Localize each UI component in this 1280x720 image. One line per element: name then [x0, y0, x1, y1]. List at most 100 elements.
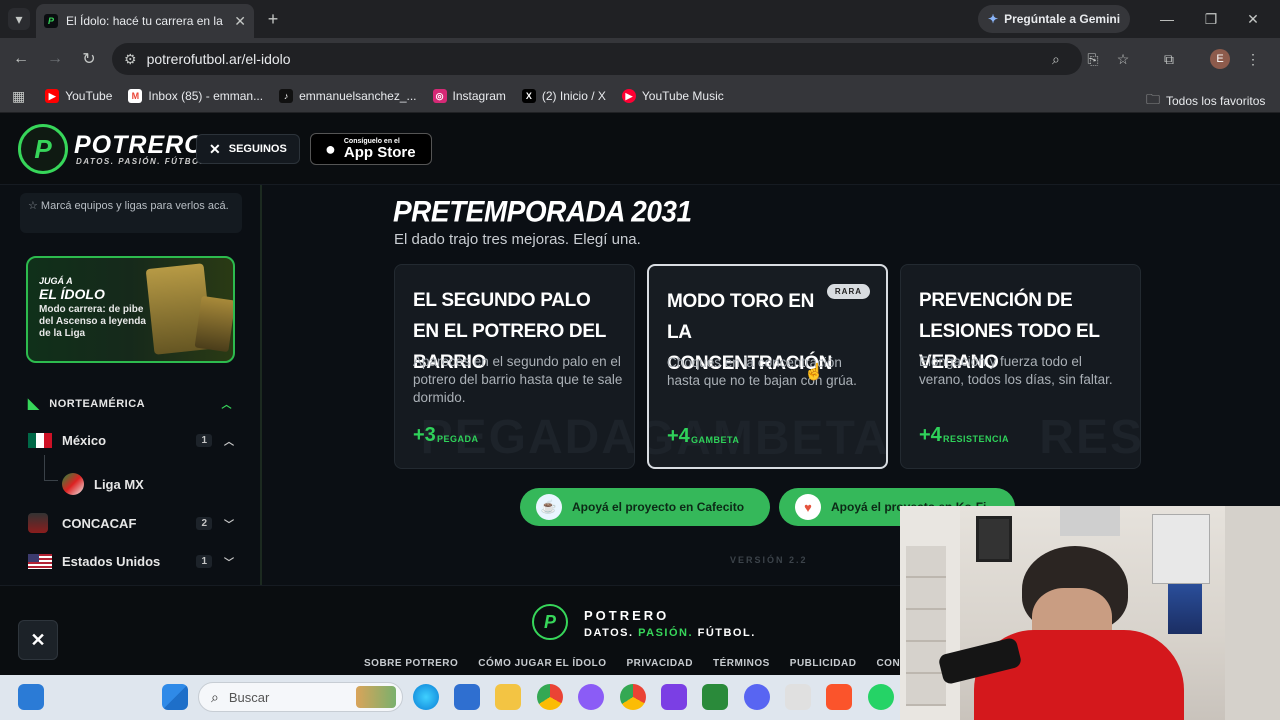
- poster-image: [1168, 584, 1202, 634]
- site-settings-icon[interactable]: ⚙: [124, 51, 137, 68]
- gemini-button[interactable]: ✦ Pregúntale a Gemini: [978, 5, 1130, 33]
- extensions-icon[interactable]: ⧉: [1160, 50, 1178, 68]
- webcam-overlay: [900, 506, 1280, 720]
- tiktok-icon: ♪: [279, 89, 294, 103]
- sidebar-item-concacaf[interactable]: CONCACAF 2 ﹀: [28, 513, 234, 533]
- back-icon[interactable]: ←: [12, 50, 30, 68]
- whatsapp-icon[interactable]: [868, 684, 894, 710]
- windows-start-icon[interactable]: [162, 684, 188, 710]
- reload-icon[interactable]: ↻: [80, 50, 98, 68]
- profile-avatar[interactable]: E: [1210, 49, 1230, 69]
- close-tab-icon[interactable]: ✕: [234, 13, 246, 30]
- edge-icon[interactable]: [413, 684, 439, 710]
- new-tab-icon[interactable]: +: [264, 9, 282, 29]
- player-card-image: [194, 295, 233, 353]
- chevron-up-icon: ︿: [224, 437, 234, 448]
- all-bookmarks-label: Todos los favoritos: [1166, 94, 1266, 108]
- minimize-icon[interactable]: —: [1158, 10, 1176, 28]
- address-bar[interactable]: ⚙ potrerofutbol.ar/el-idolo ⌕: [112, 43, 1082, 75]
- bookmark-x[interactable]: X (2) Inicio / X: [521, 89, 606, 103]
- app-store-button[interactable]: ● Consíguelo en el App Store: [310, 133, 432, 165]
- bookmark-star-icon[interactable]: ☆: [1114, 50, 1132, 68]
- chevron-down-icon: ﹀: [224, 519, 234, 531]
- youtube-music-icon: ▶: [621, 89, 636, 103]
- tagline-part: DATOS.: [584, 627, 634, 639]
- install-app-icon[interactable]: ⎘: [1084, 50, 1102, 68]
- el-idolo-promo-card[interactable]: JUGÁ A EL ÍDOLO Modo carrera: de pibe de…: [26, 256, 235, 363]
- item-label: CONCACAF: [62, 515, 137, 531]
- bookmark-label: emmanuelsanchez_...: [299, 89, 417, 103]
- bookmark-youtube[interactable]: ▶ YouTube: [45, 89, 112, 103]
- sidebar-item-liga-mx[interactable]: Liga MX: [62, 473, 234, 495]
- chevron-down-icon: ﹀: [224, 558, 234, 569]
- browser-tab-bar: ▾ P El Ídolo: hacé tu carrera en la Liga…: [0, 0, 1280, 38]
- cafecito-icon: ☕: [536, 494, 562, 520]
- upgrade-card-3[interactable]: RES PREVENCIÓN DE LESIONES TODO EL VERAN…: [900, 264, 1141, 469]
- x-logo-icon: ✕: [209, 140, 221, 157]
- app-circle-icon[interactable]: [578, 684, 604, 710]
- card-watermark: RES: [1039, 411, 1141, 464]
- potrero-logo-icon[interactable]: P: [18, 124, 68, 174]
- snipping-tool-icon[interactable]: [785, 684, 811, 710]
- cafecito-donate-button[interactable]: ☕ Apoyá el proyecto en Cafecito: [520, 488, 770, 526]
- card-description: Elongación y fuerza todo el verano, todo…: [919, 354, 1113, 387]
- footer-link-how-to-play[interactable]: CÓMO JUGAR EL ÍDOLO: [478, 658, 606, 669]
- follow-label: SEGUINOS: [228, 143, 287, 155]
- footer-link-terms[interactable]: TÉRMINOS: [713, 658, 770, 669]
- upgrade-card-1[interactable]: PEGADA EL SEGUNDO PALO EN EL POTRERO DEL…: [394, 264, 635, 469]
- promo-line1: JUGÁ A: [39, 276, 73, 286]
- all-bookmarks[interactable]: 🗀 Todos los favoritos: [1146, 89, 1265, 113]
- bookmark-instagram[interactable]: ◎ Instagram: [432, 89, 506, 103]
- chrome-profile-icon[interactable]: [620, 684, 646, 710]
- footer-link-advertising[interactable]: PUBLICIDAD: [790, 658, 857, 669]
- taskbar-search[interactable]: ⌕ Buscar: [198, 682, 403, 712]
- upgrade-card-2[interactable]: GAMBETA MODO TORO EN LA CONCENTRACIÓN RA…: [647, 264, 888, 469]
- cafecito-label: Apoyá el proyecto en Cafecito: [572, 500, 745, 514]
- browser-tab-active[interactable]: P El Ídolo: hacé tu carrera en la Liga ✕: [36, 4, 254, 38]
- potrero-favicon-icon: P: [44, 14, 58, 28]
- shelf-image: [906, 546, 946, 706]
- file-explorer-icon[interactable]: [495, 684, 521, 710]
- app-p-icon[interactable]: [661, 684, 687, 710]
- brave-icon[interactable]: [826, 684, 852, 710]
- bookmark-gmail[interactable]: M Inbox (85) - emman...: [128, 89, 263, 103]
- gemini-icon: ✦: [988, 12, 999, 26]
- store-icon[interactable]: [454, 684, 480, 710]
- sidebar-item-usa[interactable]: Estados Unidos 1 ﹀: [28, 554, 234, 569]
- potrero-logo-icon[interactable]: P: [532, 604, 568, 640]
- follow-x-button[interactable]: ✕ SEGUINOS: [196, 134, 300, 164]
- instagram-icon: ◎: [432, 89, 447, 103]
- close-window-icon[interactable]: ✕: [1244, 10, 1262, 28]
- sidebar-item-mexico[interactable]: México 1 ︿: [28, 433, 234, 448]
- card-bonus: +3: [413, 424, 436, 446]
- tab-title: El Ídolo: hacé tu carrera en la Liga: [66, 14, 226, 28]
- gmail-icon: M: [128, 89, 143, 103]
- forward-icon[interactable]: →: [46, 50, 64, 68]
- youtube-icon: ▶: [45, 89, 60, 103]
- restore-icon[interactable]: ❐: [1202, 10, 1220, 28]
- item-label: Liga MX: [94, 476, 144, 492]
- apps-grid-icon[interactable]: ▦: [12, 88, 25, 105]
- tagline-part: FÚTBOL.: [697, 627, 756, 639]
- zoom-icon[interactable]: ⌕: [1052, 51, 1060, 68]
- outlook-icon[interactable]: [18, 684, 44, 710]
- wall-image: [1225, 506, 1280, 720]
- bookmark-youtube-music[interactable]: ▶ YouTube Music: [621, 89, 724, 103]
- favorites-hint: ☆ Marcá equipos y ligas para verlos acá.: [20, 193, 242, 233]
- footer-link-about[interactable]: SOBRE POTRERO: [364, 658, 458, 669]
- poster-image: [1152, 514, 1210, 584]
- menu-icon[interactable]: ⋮: [1246, 50, 1260, 68]
- tab-search-icon[interactable]: ▾: [8, 8, 30, 30]
- region-north-america[interactable]: ◣ NORTEAMÉRICA ︿: [28, 395, 234, 412]
- usa-flag-icon: [28, 554, 52, 569]
- chevron-up-icon: ︿: [221, 400, 232, 411]
- logo-title[interactable]: POTRERO: [74, 131, 205, 160]
- item-count: 1: [196, 555, 212, 568]
- chrome-icon[interactable]: [537, 684, 563, 710]
- region-label: NORTEAMÉRICA: [49, 397, 146, 410]
- discord-icon[interactable]: [744, 684, 770, 710]
- footer-link-privacy[interactable]: PRIVACIDAD: [627, 658, 693, 669]
- bookmark-tiktok[interactable]: ♪ emmanuelsanchez_...: [279, 89, 417, 103]
- x-share-button[interactable]: ✕: [18, 620, 58, 660]
- app-green-icon[interactable]: [702, 684, 728, 710]
